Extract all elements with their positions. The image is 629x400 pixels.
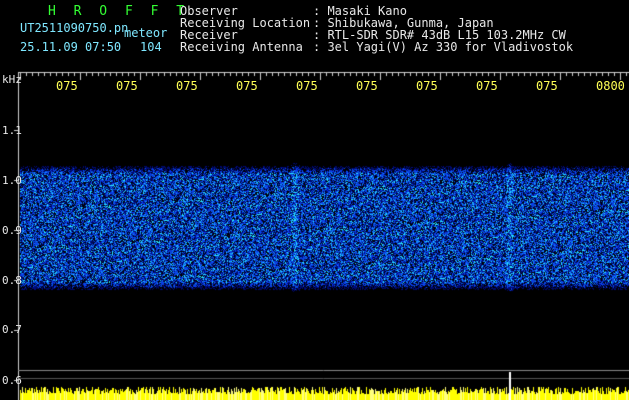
filename-label: UT2511090750.pn: [20, 21, 129, 35]
y-tick-label: 0.8: [2, 274, 22, 287]
event-tag-label: meteor: [124, 26, 168, 40]
time-tick-label: 075: [56, 79, 78, 93]
time-tick-label: 075: [176, 79, 198, 93]
time-tick-label: 075: [536, 79, 558, 93]
time-tick-label: 0800: [596, 79, 625, 93]
time-tick-label: 075: [296, 79, 318, 93]
info-value-antenna: : 3el Yagi(V) Az 330 for Vladivostok: [313, 40, 574, 54]
time-tick-label: 075: [236, 79, 258, 93]
time-tick-label: 075: [476, 79, 498, 93]
datetime-label: 25.11.09 07:50: [20, 40, 122, 54]
y-tick-label: 1.0: [2, 174, 22, 187]
time-tick-label: 075: [116, 79, 138, 93]
time-tick-label: 075: [356, 79, 378, 93]
spectrogram-canvas: [0, 0, 629, 400]
y-tick-label: 0.9: [2, 224, 22, 237]
time-tick-label: 075: [416, 79, 438, 93]
count-label: 104: [140, 40, 162, 54]
y-tick-label: 0.7: [2, 323, 22, 336]
y-tick-label: 1.1: [2, 124, 22, 137]
y-axis-unit: kHz: [2, 73, 22, 86]
app-title: H R O F F T: [48, 4, 190, 19]
y-tick-label: 0.6: [2, 374, 22, 387]
info-label-antenna: Receiving Antenna: [180, 40, 303, 54]
